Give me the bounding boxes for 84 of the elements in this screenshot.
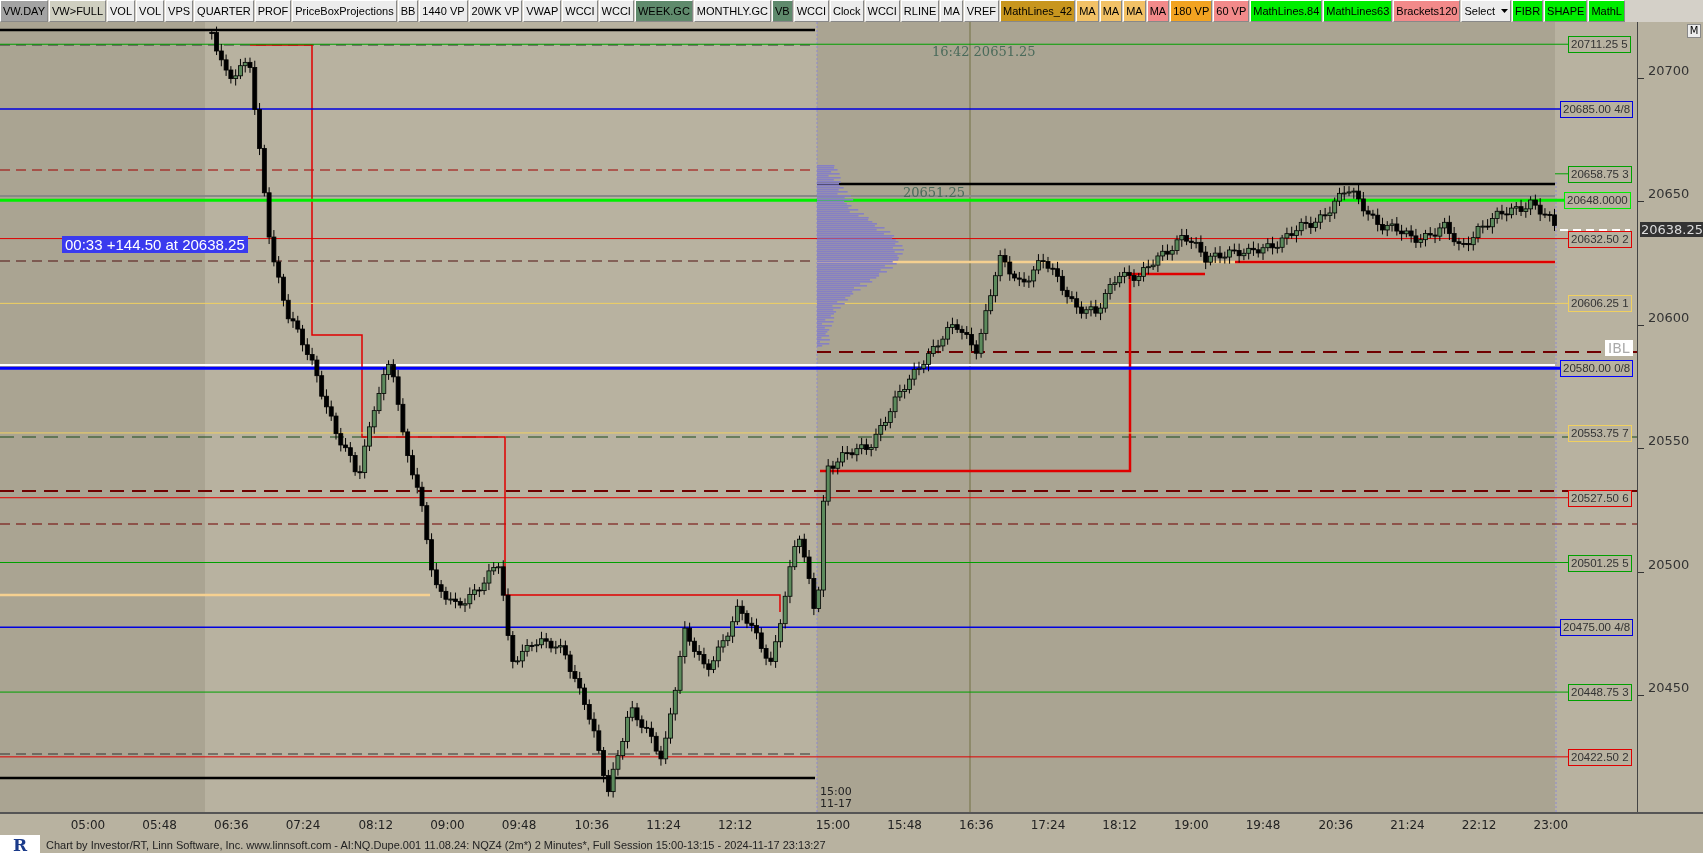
time-tick-label: 05:48 <box>142 818 177 832</box>
time-tick-label: 05:00 <box>70 818 106 832</box>
level-label: 20648.0000 <box>1564 192 1631 210</box>
toolbar-button[interactable]: VPS <box>165 0 194 22</box>
session-time-label: 15:00 <box>820 785 852 798</box>
ib-label: IBL <box>1605 340 1633 356</box>
time-tick-label: 15:48 <box>887 818 922 832</box>
toolbar-button[interactable]: VB <box>771 0 793 22</box>
toolbar-button[interactable]: Clock <box>830 0 864 22</box>
toolbar-button[interactable]: BB <box>397 0 419 22</box>
level-label: 20711.25 5 <box>1568 36 1631 54</box>
time-tick-label: 09:48 <box>501 818 537 832</box>
time-price-label: 16:42 20651.25 <box>932 44 1036 59</box>
toolbar-button[interactable]: PROF <box>254 0 292 22</box>
level-line <box>1554 173 1569 175</box>
price-tick-label: 20600 <box>1648 309 1690 325</box>
time-tick-label: 21:24 <box>1390 818 1425 832</box>
toolbar-button[interactable]: VOL <box>107 0 136 22</box>
toolbar-button[interactable]: MA <box>1076 0 1099 22</box>
tracker-label: 00:33 +144.50 at 20638.25 <box>62 236 248 253</box>
price-tick-label: 20450 <box>1648 680 1690 695</box>
toolbar-button[interactable]: MathL <box>1588 0 1625 22</box>
time-tick-label: 09:00 <box>430 818 465 832</box>
time-tick-label: 10:36 <box>574 818 610 832</box>
toolbar-button[interactable]: WCCI <box>562 0 598 22</box>
level-label: 20448.75 3 <box>1568 684 1632 702</box>
logo: R <box>0 834 40 853</box>
time-tick-label: 06:36 <box>214 818 249 832</box>
level-label: 20606.25 1 <box>1568 295 1632 313</box>
price-tick-label: 20500 <box>1648 556 1690 572</box>
toolbar-button[interactable]: RLINE <box>900 0 940 22</box>
time-tick-label: 19:00 <box>1174 818 1209 832</box>
toolbar-button[interactable]: 180 VP <box>1170 0 1213 22</box>
current-price-label: 20638.25 <box>1640 222 1703 237</box>
toolbar-button[interactable]: VW.DAY <box>0 0 48 22</box>
time-tick-label: 08:12 <box>358 818 394 832</box>
toolbar-button[interactable]: 20WK VP <box>468 0 523 22</box>
profile-high-label: 20651.25 <box>903 185 966 200</box>
level-label: 20475.00 4/8 <box>1560 619 1634 637</box>
time-tick-label: 17:24 <box>1030 818 1066 832</box>
time-tick-label: 19:48 <box>1245 818 1281 832</box>
toolbar-button[interactable]: MathLines.84 <box>1250 0 1323 22</box>
time-tick-label: 23:00 <box>1533 818 1569 832</box>
toolbar-button[interactable]: Brackets120 <box>1393 0 1461 22</box>
dropdown-caret-icon <box>1501 9 1509 13</box>
toolbar-button[interactable]: WEEK.GC <box>634 0 693 22</box>
select-dropdown[interactable]: Select <box>1461 0 1512 22</box>
corner-button[interactable]: M <box>1687 24 1701 38</box>
toolbar-button[interactable]: VWAP <box>523 0 562 22</box>
toolbar-button[interactable]: VREF <box>963 0 1000 22</box>
toolbar-button[interactable]: MathLines_42 <box>1000 0 1076 22</box>
price-tick-label: 20550 <box>1648 433 1690 449</box>
toolbar-button[interactable]: MathLines63 <box>1323 0 1393 22</box>
toolbar-button[interactable]: 1440 VP <box>419 0 468 22</box>
toolbar-button[interactable]: MA <box>1123 0 1146 22</box>
time-tick-label: 20:36 <box>1318 818 1354 832</box>
time-tick-label: 15:00 <box>815 818 851 832</box>
status-text: Chart by Investor/RT, Linn Software, Inc. www.linnsoft.com - AI:NQ.Dupe.001 11.08.24: NQZ4 (2m*) 2 Minutes*, Full Session 15:00-13:15 - 2024-11-17 23:13:27 <box>46 838 826 851</box>
price-tick-label: 20650 <box>1648 186 1690 202</box>
session-date-label: 11-17 <box>820 797 852 810</box>
toolbar-button[interactable]: QUARTER <box>194 0 254 22</box>
toolbar-button[interactable]: 60 VP <box>1213 0 1250 22</box>
toolbar-button[interactable]: MA <box>940 0 963 22</box>
price-tick-label: 20700 <box>1648 63 1690 78</box>
toolbar-button[interactable]: PriceBoxProjections <box>292 0 397 22</box>
time-tick-label: 22:12 <box>1461 818 1497 832</box>
time-tick-label: 16:36 <box>959 818 994 832</box>
toolbar-button[interactable]: SHAPE <box>1544 0 1588 22</box>
price-marker-line <box>1559 229 1631 231</box>
toolbar-button[interactable]: MA <box>1099 0 1123 22</box>
time-tick-label: 11:24 <box>646 818 681 832</box>
toolbar-button[interactable]: MONTHLY.GC <box>693 0 771 22</box>
toolbar-button[interactable]: WCCI <box>864 0 900 22</box>
toolbar-button[interactable]: VW>FULL <box>49 0 107 22</box>
toolbar-button[interactable]: WCCI <box>598 0 634 22</box>
level-label: 20685.00 4/8 <box>1560 101 1634 118</box>
time-tick-label: 18:12 <box>1102 818 1137 832</box>
toolbar-button[interactable]: FIBR <box>1512 0 1544 22</box>
toolbar-button[interactable]: WCCI <box>793 0 829 22</box>
time-tick-label: 07:24 <box>285 818 321 832</box>
level-label: 20580.00 0/8 <box>1560 360 1634 378</box>
toolbar-button[interactable]: VOL <box>136 0 165 22</box>
time-tick-label: 12:12 <box>717 818 753 832</box>
toolbar-button[interactable]: MA <box>1146 0 1170 22</box>
